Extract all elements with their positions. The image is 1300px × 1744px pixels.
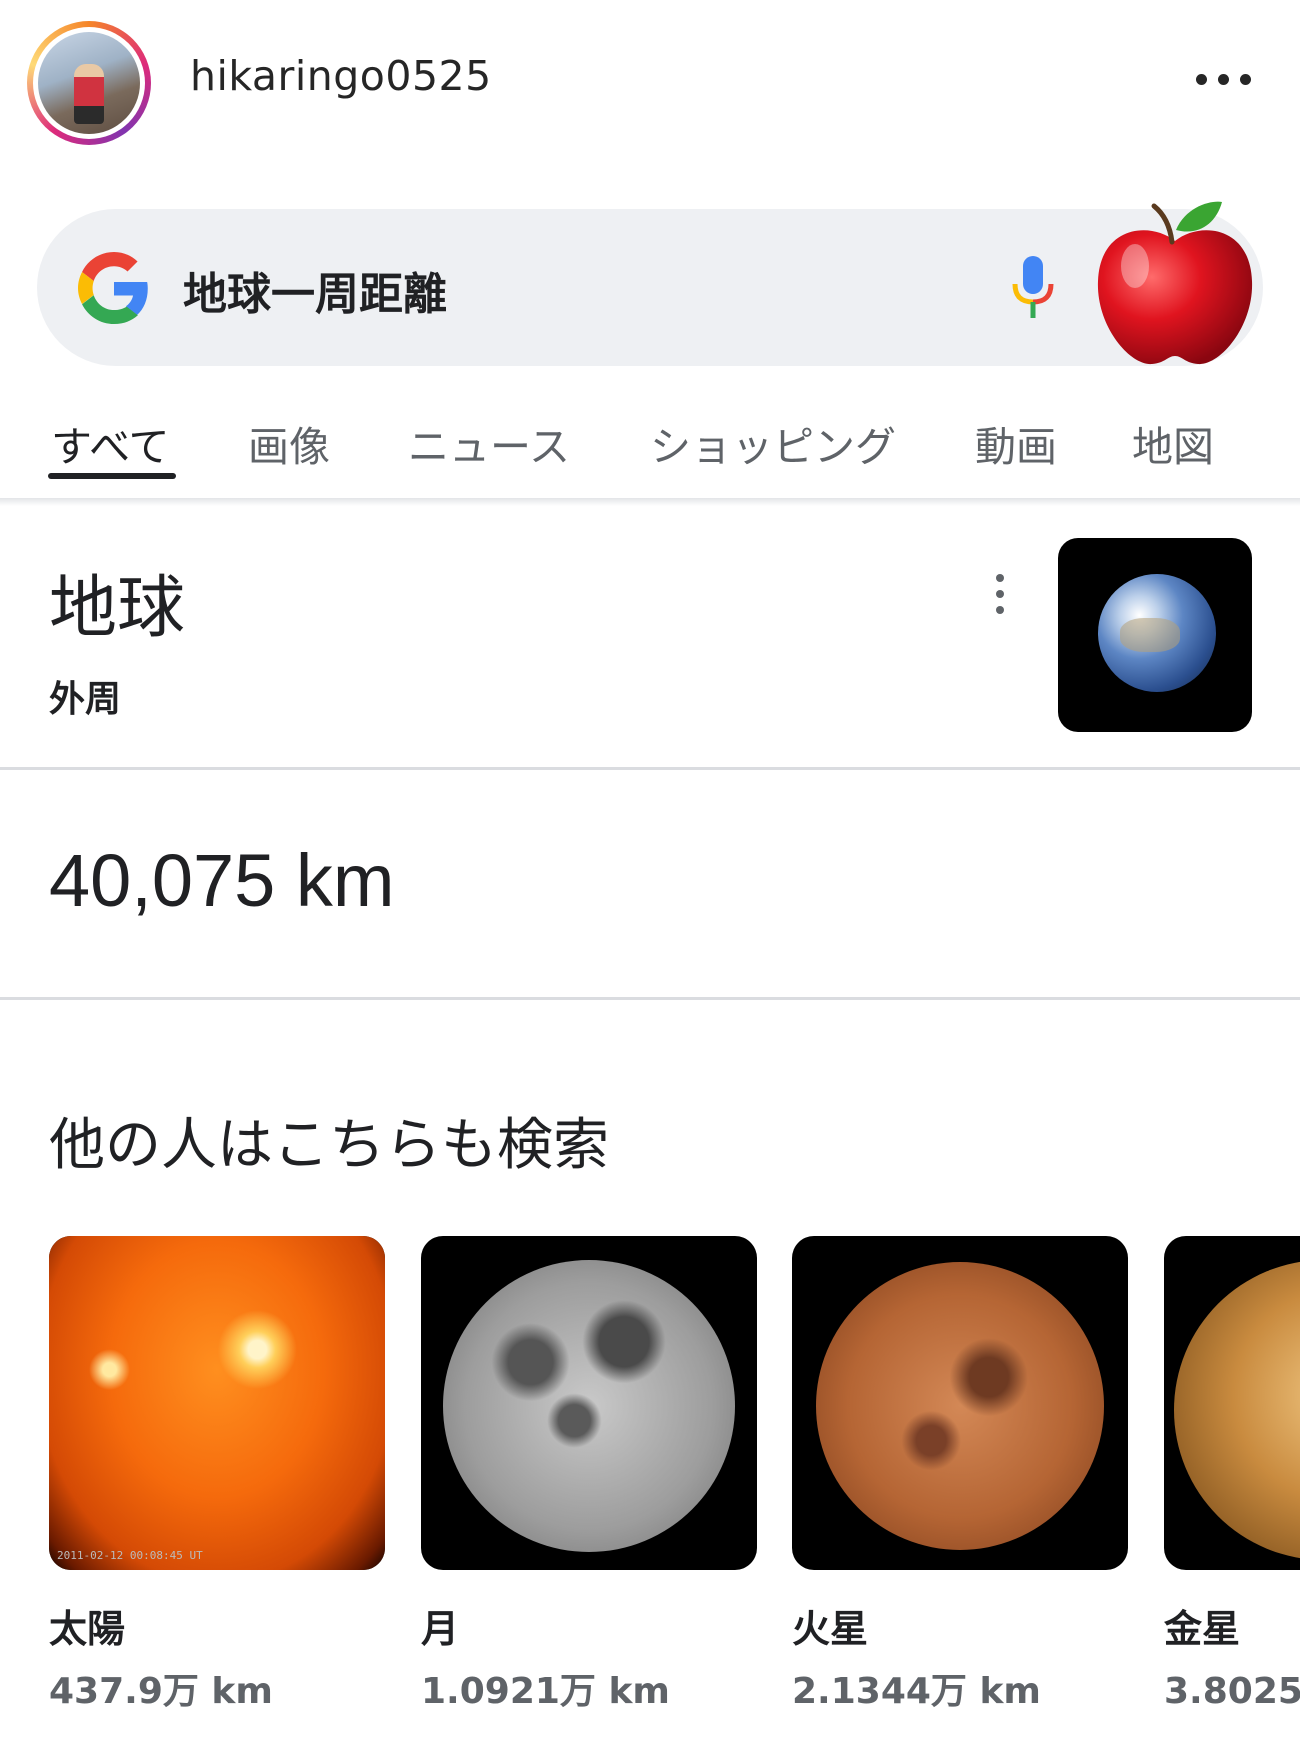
tab-videos[interactable]: 動画	[975, 413, 1057, 473]
card-image-sun[interactable]: 2011-02-12 00:08:45 UT	[49, 1236, 385, 1570]
tab-maps[interactable]: 地図	[1132, 413, 1214, 473]
microphone-icon[interactable]	[1008, 254, 1058, 322]
answer-value: 40,075 km	[49, 839, 395, 922]
card-name[interactable]: 月	[421, 1598, 459, 1653]
tab-all[interactable]: すべて	[51, 413, 170, 473]
card-distance: 1.0921万 km	[421, 1671, 670, 1712]
active-tab-indicator	[48, 473, 176, 479]
card-name[interactable]: 金星	[1164, 1598, 1240, 1653]
avatar-photo	[38, 32, 140, 134]
tab-shopping[interactable]: ショッピング	[650, 413, 896, 473]
card-name[interactable]: 火星	[792, 1598, 868, 1653]
card-name[interactable]: 太陽	[49, 1598, 125, 1653]
image-caption: 2011-02-12 00:08:45 UT	[57, 1549, 203, 1562]
card-image-mars[interactable]	[792, 1236, 1128, 1570]
divider	[0, 767, 1300, 770]
profile-avatar[interactable]	[27, 21, 151, 145]
tabs-divider	[0, 498, 1300, 506]
tab-images[interactable]: 画像	[248, 413, 330, 473]
card-image-venus[interactable]	[1164, 1236, 1300, 1570]
google-logo-icon	[78, 252, 148, 324]
search-query[interactable]: 地球一周距離	[183, 258, 447, 322]
tab-news[interactable]: ニュース	[408, 413, 570, 473]
divider	[0, 997, 1300, 1000]
card-distance: 2.1344万 km	[792, 1671, 1041, 1712]
entity-subtitle: 外周	[49, 679, 122, 720]
card-distance: 3.8025万 km	[1164, 1671, 1300, 1712]
card-distance: 437.9万 km	[49, 1671, 273, 1712]
username[interactable]: hikaringo0525	[190, 52, 492, 100]
more-vert-icon[interactable]	[993, 574, 1007, 614]
card-image-moon[interactable]	[421, 1236, 757, 1570]
apple-icon	[1097, 201, 1253, 365]
more-options-icon[interactable]	[1196, 74, 1252, 88]
earth-thumbnail[interactable]	[1058, 538, 1252, 732]
people-also-search-title: 他の人はこちらも検索	[49, 1113, 609, 1178]
entity-title: 地球	[49, 569, 186, 648]
